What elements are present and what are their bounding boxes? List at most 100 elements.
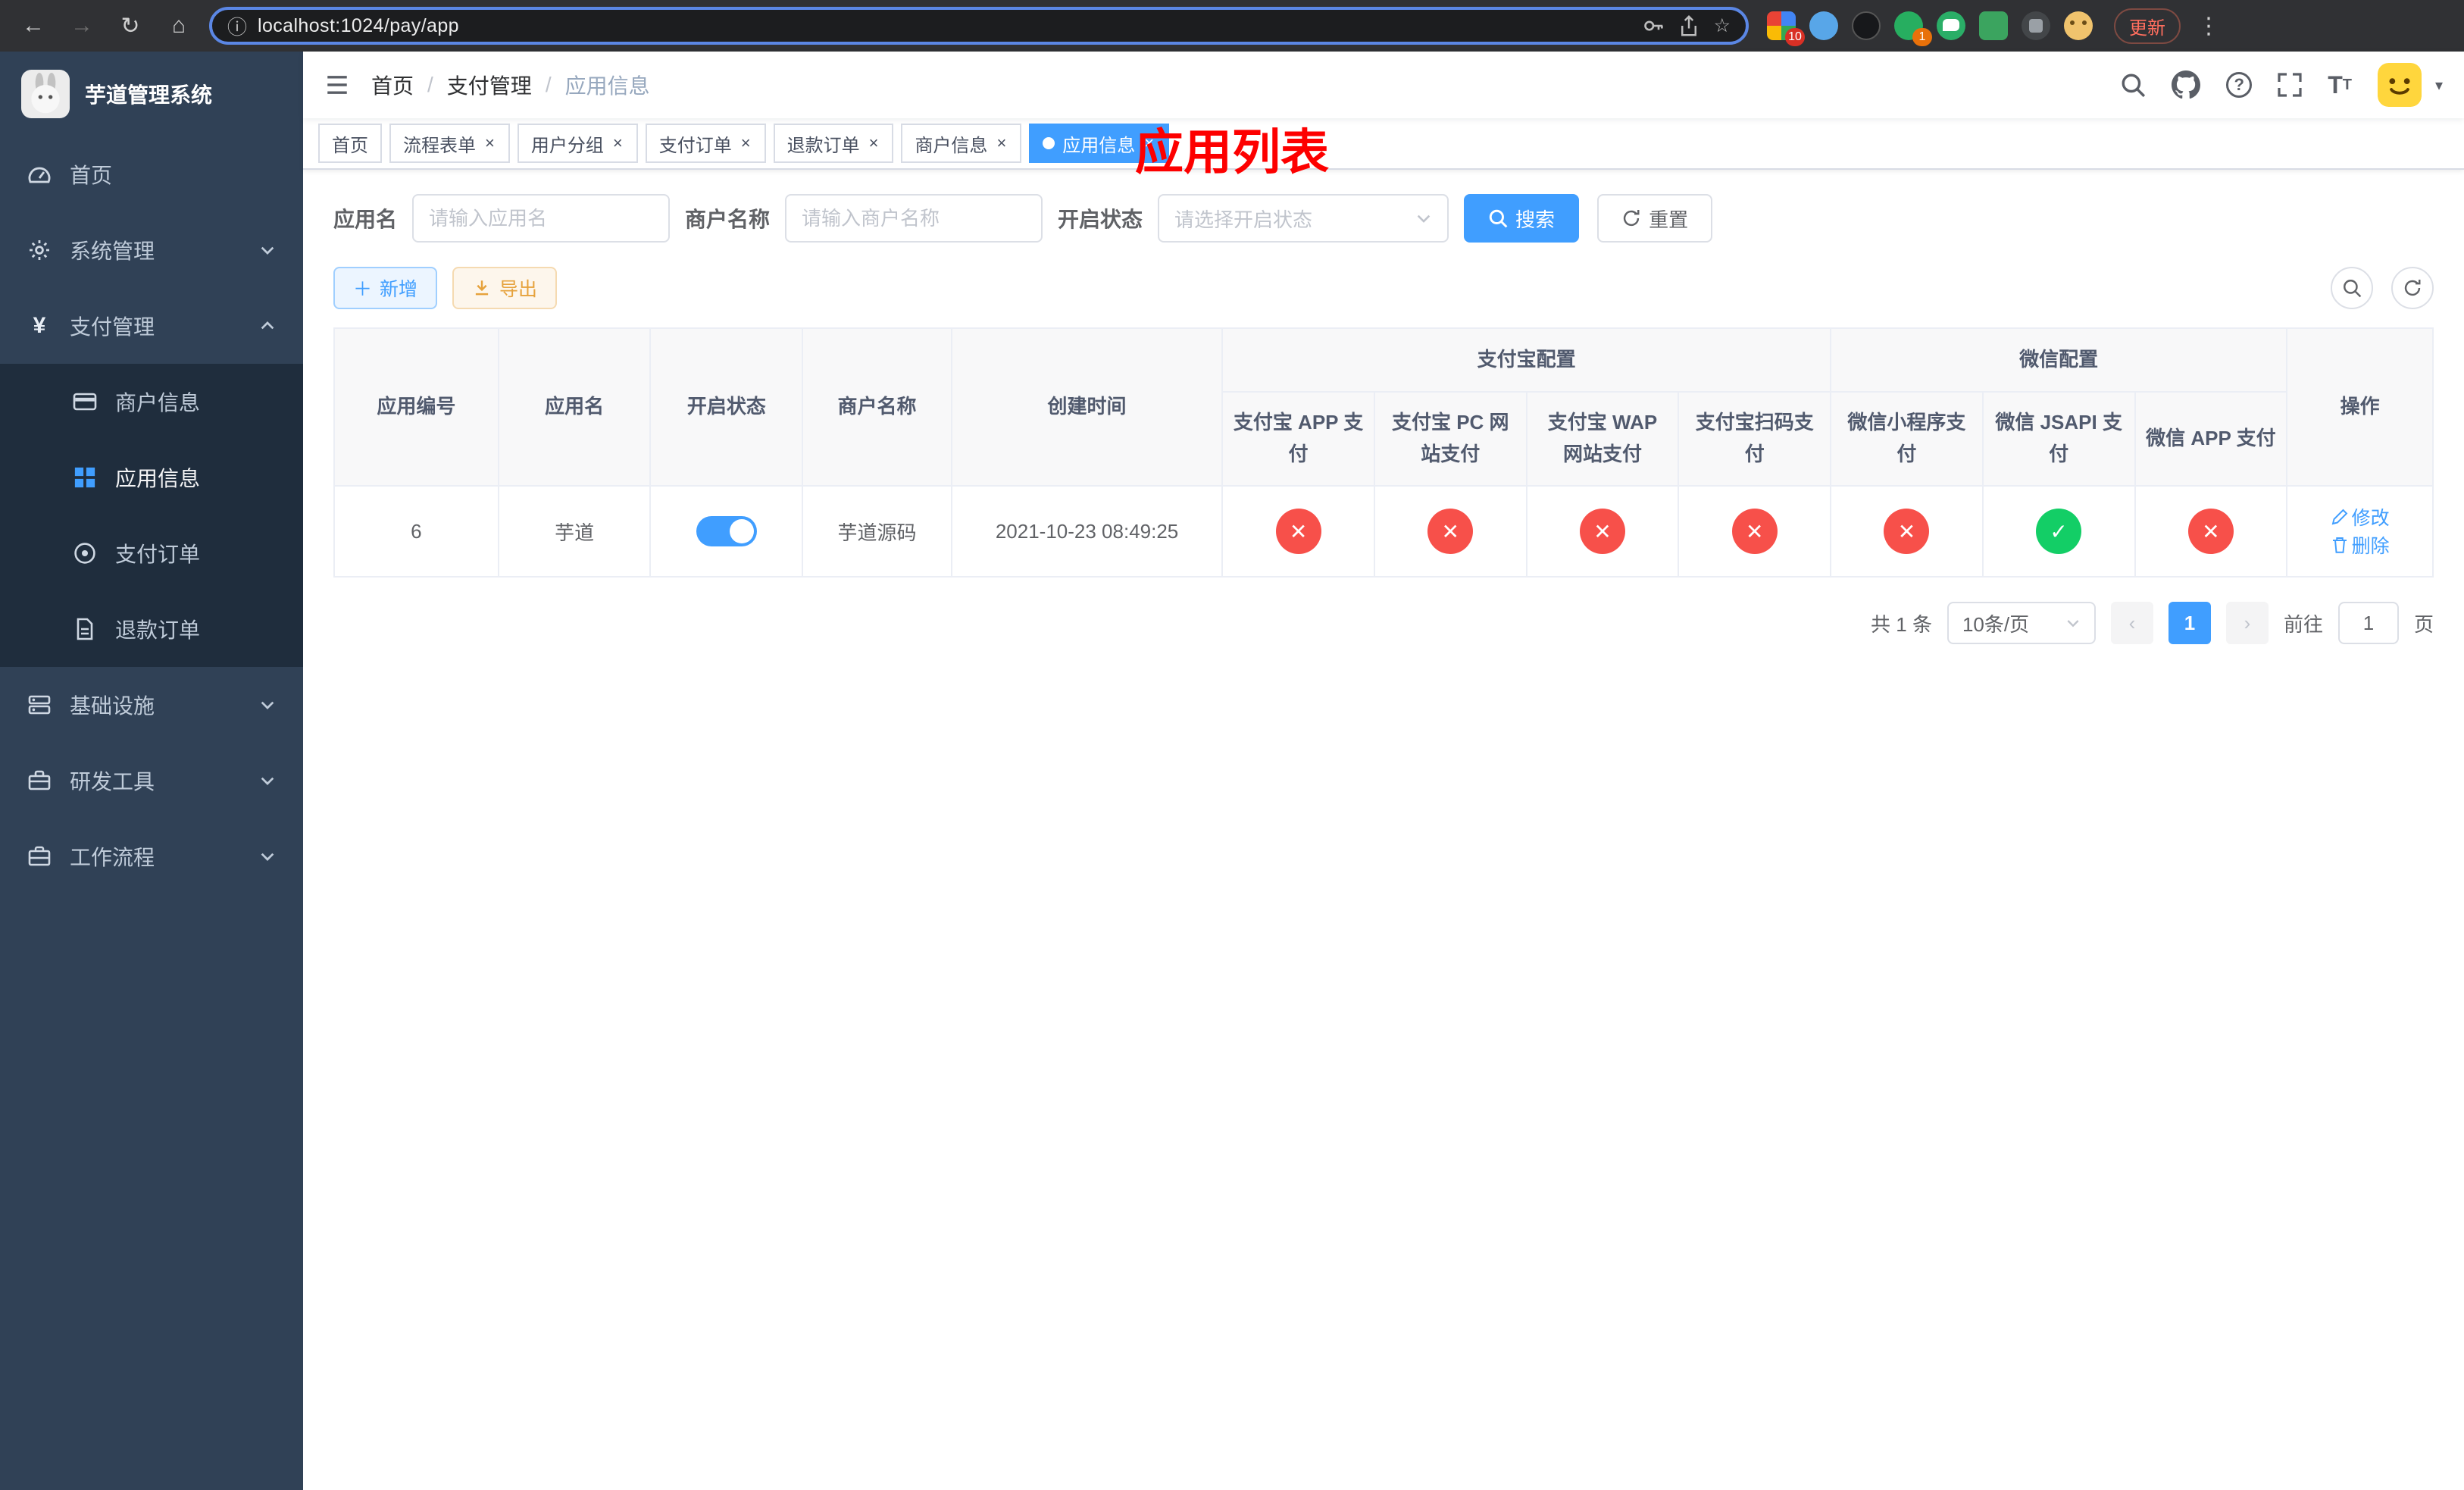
search-button[interactable]: 搜索 — [1464, 194, 1580, 243]
tab-app-info[interactable]: 应用信息 × — [1029, 124, 1170, 163]
filter-form: 应用名 商户名称 开启状态 请选择开启状态 搜索 重置 — [333, 194, 2434, 243]
col-wx-jsapi: 微信 JSAPI 支付 — [1981, 391, 2136, 487]
sidebar-item-home[interactable]: 首页 — [0, 136, 303, 212]
reset-button-label: 重置 — [1649, 208, 1689, 231]
chevron-down-icon — [259, 848, 276, 865]
breadcrumb-separator: / — [427, 73, 433, 96]
sidebar-item-payment[interactable]: ¥ 支付管理 — [0, 288, 303, 364]
col-created: 创建时间 — [950, 327, 1224, 487]
address-bar[interactable]: ⓘ localhost:1024/pay/app ☆ — [209, 7, 1749, 45]
share-icon[interactable] — [1679, 15, 1699, 36]
extension-grid-icon[interactable]: 10 — [1767, 11, 1805, 46]
close-icon[interactable]: × — [868, 133, 880, 153]
enable-toggle[interactable] — [696, 516, 757, 546]
table-toolbar: ＋ 新增 导出 — [333, 267, 2434, 309]
col-group-alipay: 支付宝配置 — [1221, 327, 1832, 393]
sidebar-item-merchant-info[interactable]: 商户信息 — [0, 364, 303, 440]
add-button[interactable]: ＋ 新增 — [333, 267, 438, 309]
page-1-button[interactable]: 1 — [2168, 602, 2211, 644]
close-icon[interactable]: × — [995, 133, 1008, 153]
forward-icon[interactable]: → — [64, 8, 100, 44]
goto-prefix: 前往 — [2283, 612, 2323, 636]
search-button-label: 搜索 — [1515, 208, 1556, 231]
cell-status — [649, 485, 804, 578]
extension-dark-icon[interactable] — [1852, 11, 1881, 40]
sidebar-item-pay-order[interactable]: 支付订单 — [0, 515, 303, 591]
help-icon[interactable]: ? — [2226, 72, 2253, 98]
tab-process-form[interactable]: 流程表单 × — [389, 124, 510, 163]
extensions-puzzle-icon[interactable] — [2022, 11, 2050, 40]
sidebar-item-app-info[interactable]: 应用信息 — [0, 440, 303, 515]
extension-wechat-icon[interactable] — [1937, 11, 1965, 40]
document-icon — [73, 617, 97, 641]
password-key-icon[interactable] — [1643, 15, 1664, 36]
sidebar-item-workflow[interactable]: 工作流程 — [0, 819, 303, 894]
tab-user-group[interactable]: 用户分组 × — [517, 124, 638, 163]
chevron-down-icon — [1415, 210, 1432, 227]
logo-image — [21, 70, 70, 118]
back-icon[interactable]: ← — [15, 8, 52, 44]
tab-label: 退款订单 — [786, 135, 860, 156]
avatar-caret-icon[interactable]: ▾ — [2435, 76, 2443, 95]
goto-page-input[interactable] — [2337, 602, 2399, 644]
toolbox-icon — [27, 768, 52, 793]
merchant-name-input[interactable] — [785, 194, 1043, 243]
tab-merchant-info[interactable]: 商户信息 × — [901, 124, 1022, 163]
tab-pay-order[interactable]: 支付订单 × — [645, 124, 766, 163]
site-info-icon[interactable]: ⓘ — [227, 12, 247, 40]
status-select[interactable]: 请选择开启状态 — [1158, 194, 1449, 243]
font-size-icon[interactable]: TT — [2328, 71, 2352, 99]
top-navbar: 首页 / 支付管理 / 应用信息 ? TT ▾ — [303, 52, 2464, 118]
pagination: 共 1 条 10条/页 ‹ 1 › 前往 页 — [333, 602, 2434, 644]
update-button[interactable]: 更新 — [2114, 8, 2181, 44]
edit-link[interactable]: 修改 — [2331, 503, 2390, 531]
user-avatar[interactable] — [2377, 63, 2422, 107]
tab-home[interactable]: 首页 — [318, 124, 382, 163]
sidebar-item-system[interactable]: 系统管理 — [0, 212, 303, 288]
reset-button[interactable]: 重置 — [1597, 194, 1713, 243]
chevron-up-icon — [259, 318, 276, 334]
export-button[interactable]: 导出 — [452, 267, 558, 309]
toggle-search-button[interactable] — [2331, 267, 2373, 309]
extension-drop-icon[interactable] — [1809, 11, 1838, 40]
close-icon[interactable]: × — [740, 133, 752, 153]
payment-submenu: 商户信息 应用信息 支付订单 退款订单 — [0, 364, 303, 667]
refresh-button[interactable] — [2391, 267, 2434, 309]
fullscreen-icon[interactable] — [2278, 73, 2302, 97]
reload-icon[interactable]: ↻ — [112, 8, 149, 44]
close-icon[interactable]: × — [483, 133, 496, 153]
tab-refund-order[interactable]: 退款订单 × — [773, 124, 894, 163]
close-icon[interactable]: × — [1143, 133, 1155, 153]
alipay-pc-status-icon: ✕ — [1427, 509, 1474, 554]
bookmark-star-icon[interactable]: ☆ — [1714, 14, 1731, 37]
sidebar-item-refund-order[interactable]: 退款订单 — [0, 591, 303, 667]
page-content: 应用名 商户名称 开启状态 请选择开启状态 搜索 重置 — [303, 170, 2464, 1490]
breadcrumb-payment[interactable]: 支付管理 — [447, 70, 532, 100]
col-alipay-wap: 支付宝 WAP 网站支付 — [1525, 391, 1680, 487]
delete-link[interactable]: 删除 — [2331, 531, 2390, 559]
extension-green-icon[interactable]: 1 — [1894, 11, 1932, 46]
profile-avatar-icon[interactable] — [2064, 11, 2093, 40]
col-merchant: 商户名称 — [802, 327, 952, 487]
app-name-input[interactable] — [412, 194, 671, 243]
prev-page-button[interactable]: ‹ — [2110, 602, 2153, 644]
home-icon[interactable]: ⌂ — [161, 8, 197, 44]
close-icon[interactable]: × — [611, 133, 624, 153]
breadcrumb-separator: / — [545, 73, 552, 96]
browser-menu-kebab-icon[interactable]: ⋮ — [2193, 13, 2225, 39]
next-page-button[interactable]: › — [2225, 602, 2269, 644]
extension-square-icon[interactable] — [1979, 11, 2008, 40]
page-size-select[interactable]: 10条/页 — [1946, 602, 2096, 644]
delete-link-label: 删除 — [2351, 536, 2390, 557]
github-icon[interactable] — [2172, 70, 2201, 99]
col-wx-app: 微信 APP 支付 — [2134, 391, 2288, 487]
hamburger-icon[interactable] — [324, 72, 350, 98]
alipay-qr-status-icon: ✕ — [1731, 509, 1778, 554]
sidebar-item-dev-tools[interactable]: 研发工具 — [0, 743, 303, 819]
breadcrumb-home[interactable]: 首页 — [371, 70, 414, 100]
tab-label: 流程表单 — [403, 135, 476, 156]
sidebar-item-infrastructure[interactable]: 基础设施 — [0, 667, 303, 743]
sidebar-item-label: 支付订单 — [115, 543, 201, 566]
header-search-icon[interactable] — [2120, 72, 2146, 98]
app-logo[interactable]: 芋道管理系统 — [0, 52, 303, 136]
